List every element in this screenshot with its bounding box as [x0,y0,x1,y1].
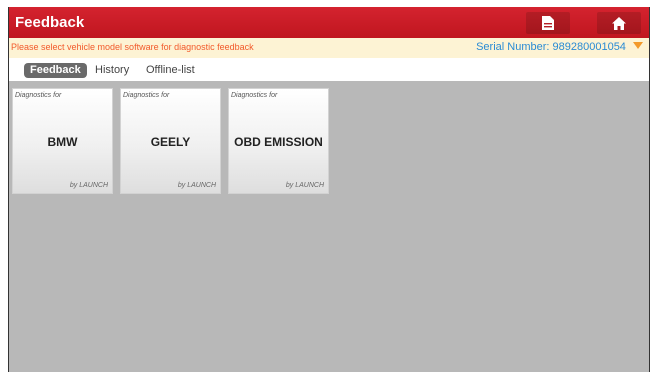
report-document-icon [542,16,554,30]
tab-bar: Feedback History Offline-list [9,58,649,81]
home-button[interactable] [597,12,641,34]
tab-feedback[interactable]: Feedback [24,63,87,78]
tab-history[interactable]: History [95,63,129,78]
card-vendor: by LAUNCH [69,182,108,189]
card-caption: Diagnostics for [15,92,62,99]
page-title: Feedback [15,14,85,31]
card-vehicle-name: OBD EMISSION [234,135,323,149]
vehicle-card-obd-emission[interactable]: Diagnostics for OBD EMISSION by LAUNCH [228,88,329,194]
caret-down-icon[interactable] [633,42,643,49]
vehicle-card-geely[interactable]: Diagnostics for GEELY by LAUNCH [120,88,221,194]
serial-value: 989280001054 [552,41,626,53]
vehicle-card-bmw[interactable]: Diagnostics for BMW by LAUNCH [12,88,113,194]
card-caption: Diagnostics for [231,92,278,99]
feedback-hint: Please select vehicle model software for… [11,42,254,52]
tab-offline-list[interactable]: Offline-list [146,63,195,78]
card-caption: Diagnostics for [123,92,170,99]
card-vendor: by LAUNCH [177,182,216,189]
card-vehicle-name: BMW [47,135,78,149]
serial-label: Serial Number: [476,41,550,53]
serial-number-selector[interactable]: Serial Number: 989280001054 [476,41,643,53]
title-bar: Feedback [9,7,649,38]
report-button[interactable] [526,12,570,34]
card-vendor: by LAUNCH [285,182,324,189]
info-bar: Please select vehicle model software for… [9,38,649,58]
card-vehicle-name: GEELY [150,135,191,149]
home-icon [612,16,626,30]
app-window: Feedback Please select vehicle model sof… [8,7,650,372]
